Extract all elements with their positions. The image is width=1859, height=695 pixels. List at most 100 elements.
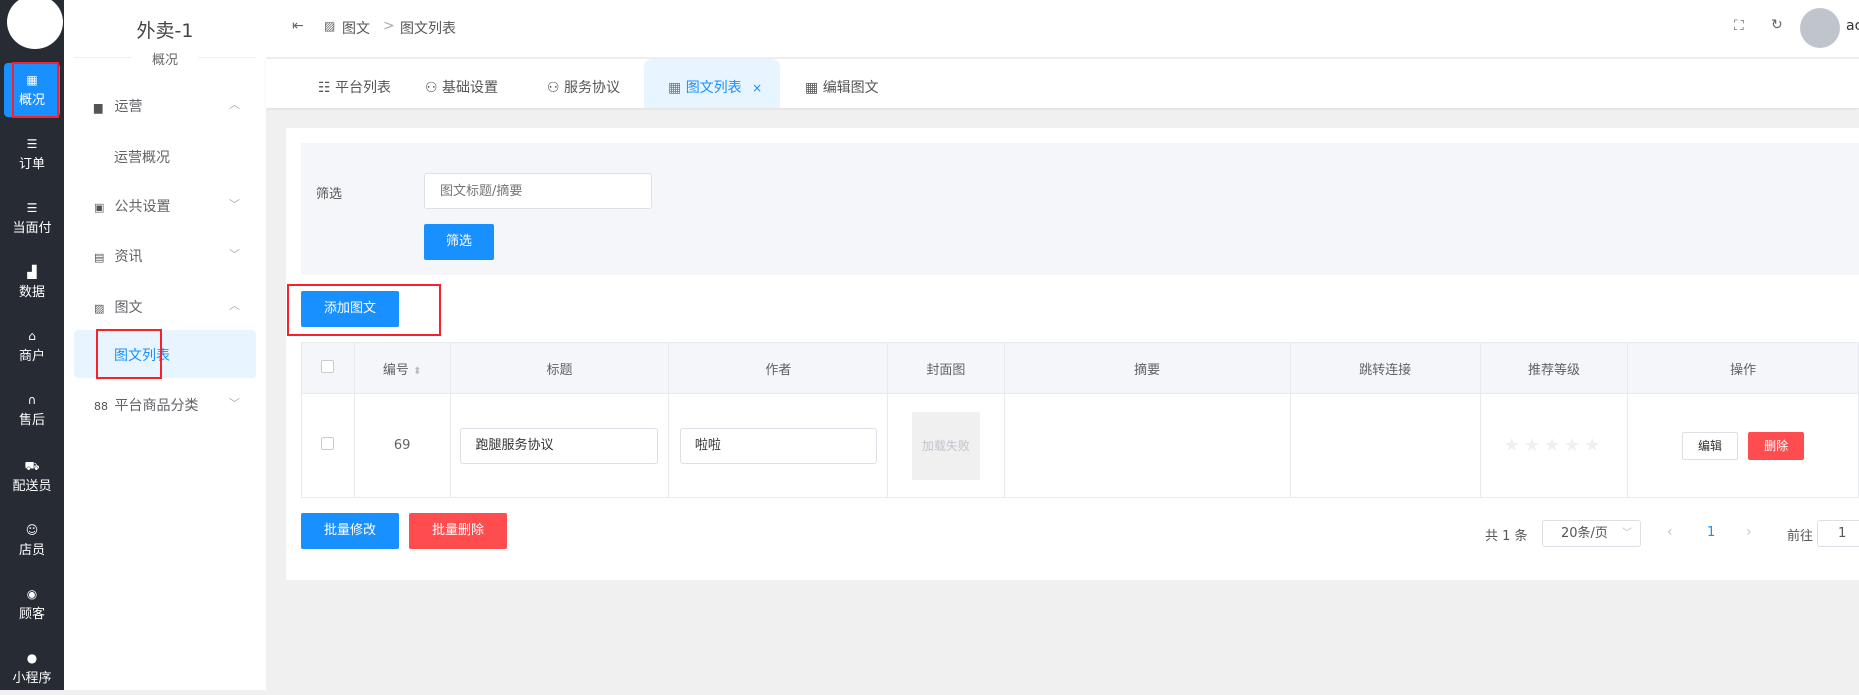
nav-item-customer[interactable]: ◉ 顾客 [4,577,60,631]
column-header: 作者 [668,342,889,394]
menu-operations-overview[interactable]: 运营概况 [114,147,284,167]
column-header: 摘要 [1003,342,1291,394]
chevron-up-icon: ︿ [229,299,240,312]
fullscreen-icon[interactable]: ⛶ [1734,18,1744,34]
search-input[interactable] [424,173,652,209]
bar-chart-icon: ▟ [27,265,37,279]
filter-panel [301,143,1859,275]
staff-icon: ☺ [25,523,39,537]
filter-button[interactable]: 筛选 [424,224,494,260]
star-icon[interactable]: ★ [1524,435,1544,456]
cover-image-failed: 加载失败 [911,411,980,480]
highlight-box [12,62,59,118]
section-subtitle: 概况 [131,53,198,68]
bulk-delete-button[interactable]: 批量删除 [409,513,507,549]
menu-news[interactable]: ▤ 资讯 ﹀ [94,246,264,266]
bulk-edit-button[interactable]: 批量修改 [301,513,399,549]
row-select-cell [301,393,355,498]
logo-avatar [7,0,63,49]
menu-public-settings[interactable]: ▣ 公共设置 ﹀ [94,196,264,216]
list-icon: ☰ [26,201,38,215]
user-avatar[interactable] [1800,8,1840,48]
tab-edit-graphic[interactable]: ▦ 编辑图文 [805,59,879,108]
prev-page-icon[interactable]: ‹ [1667,524,1673,540]
collapse-sidebar-icon[interactable]: ⇤ [292,18,304,34]
total-count: 共 1 条 [1485,529,1528,544]
title-input[interactable]: 跑腿服务协议 [460,427,659,464]
wechat-icon: ● [26,651,38,665]
picture-icon: ▨ [324,19,336,33]
menu-platform-category[interactable]: 88 平台商品分类 ﹀ [94,395,264,415]
chevron-down-icon: ﹀ [229,397,240,410]
nav-item-after-sales[interactable]: ∩ 售后 [4,383,60,437]
select-all-checkbox[interactable] [321,359,335,373]
column-header[interactable]: 编号 ⬍ [353,342,451,394]
goto-page-input[interactable]: 1 [1817,520,1859,547]
chevron-down-icon: ﹀ [229,248,240,261]
store-icon: ▆ [94,101,103,114]
column-header: 封面图 [887,342,1005,394]
star-icon[interactable]: ★ [1504,435,1524,456]
author-cell: 啦啦 [668,393,889,498]
cover-cell: 加载失败 [887,393,1005,498]
delivery-icon: ⛟ [24,459,40,473]
page-size-select[interactable]: 20条/页 ﹀ [1542,520,1641,547]
headset-icon: ∩ [27,393,37,407]
image-icon: ▣ [94,201,105,214]
username[interactable]: ac [1846,18,1859,34]
nav-item-miniprogram[interactable]: ● 小程序 [4,641,60,695]
nav-item-orders[interactable]: ☰ 订单 [4,127,60,181]
menu-operations[interactable]: ▆ 运营 ︿ [94,96,264,116]
news-icon: ▤ [94,251,105,264]
actions-cell: 编辑 删除 [1627,393,1859,498]
list-icon: ☷ [318,80,331,96]
title-cell: 跑腿服务协议 [449,393,670,498]
highlight-box [287,284,441,336]
chevron-down-icon: ﹀ [229,198,240,211]
rating-cell: ★★★★★ [1479,393,1629,498]
row-checkbox[interactable] [321,437,335,450]
next-page-icon[interactable]: › [1746,524,1752,540]
column-header: 跳转连接 [1289,342,1481,394]
grid-icon: ▦ [668,80,682,96]
filter-label: 筛选 [316,187,343,202]
column-header: 操作 [1627,342,1859,394]
user-settings-icon: ⚇ [547,80,560,96]
page-number-current[interactable]: 1 [1707,525,1715,540]
store-title: 外卖-1 [136,20,194,42]
nav-item-merchant[interactable]: ⌂ 商户 [4,319,60,373]
nav-item-face-pay[interactable]: ☰ 当面付 [4,191,60,245]
top-header: ⇤ ▨ 图文 > 图文列表 ⛶ ↻ ac [266,0,1859,58]
star-rating[interactable]: ★★★★★ [1504,435,1605,456]
tab-platform-list[interactable]: ☷ 平台列表 [318,59,391,108]
edit-button[interactable]: 编辑 [1682,431,1739,460]
nav-item-staff[interactable]: ☺ 店员 [4,513,60,567]
grid-icon: ▦ [805,80,819,96]
sub-sidebar: 外卖-1 概况 ▆ 运营 ︿ 运营概况 ▣ 公共设置 ﹀ ▤ 资讯 ﹀ ▨ 图文 ︿ 图… [64,0,266,690]
breadcrumb-item[interactable]: 图文 [342,18,370,38]
menu-graphic[interactable]: ▨ 图文 ︿ [94,297,264,317]
shop-icon: ⌂ [28,329,36,343]
close-tab-icon[interactable]: × [752,81,762,95]
star-icon[interactable]: ★ [1564,435,1584,456]
nav-item-data[interactable]: ▟ 数据 [4,255,60,309]
nav-item-courier[interactable]: ⛟ 配送员 [4,449,60,503]
goto-label: 前往 [1787,529,1814,544]
tab-basic-settings[interactable]: ⚇ 基础设置 [425,59,498,108]
picture-icon: ▨ [94,302,105,315]
author-input[interactable]: 啦啦 [679,427,877,464]
tab-graphic-list[interactable]: ▦ 图文列表 × [644,59,781,108]
main-sidebar: ▦ 概况 ☰ 订单 ☰ 当面付 ▟ 数据 ⌂ 商户 ∩ 售后 ⛟ 配送员 ☺ 店员 ◉ 顾客 ● 小… [0,0,64,690]
sort-icon[interactable]: ⬍ [413,366,421,377]
star-icon[interactable]: ★ [1544,435,1564,456]
tab-service-agreement[interactable]: ⚇ 服务协议 [547,59,620,108]
tab-bar: ☷ 平台列表 ⚇ 基础设置 ⚇ 服务协议 ▦ 图文列表 × ▦ 编辑图文 [266,59,1859,108]
refresh-icon[interactable]: ↻ [1771,17,1783,33]
customer-icon: ◉ [26,587,38,601]
link-cell [1289,393,1481,498]
column-header: 推荐等级 [1479,342,1629,394]
select-all-header [301,342,355,394]
table-header: 编号 ⬍ 标题 作者 封面图 摘要 跳转连接 推荐等级 操作 [301,342,1859,394]
delete-button[interactable]: 删除 [1748,431,1805,460]
star-icon[interactable]: ★ [1584,435,1604,456]
